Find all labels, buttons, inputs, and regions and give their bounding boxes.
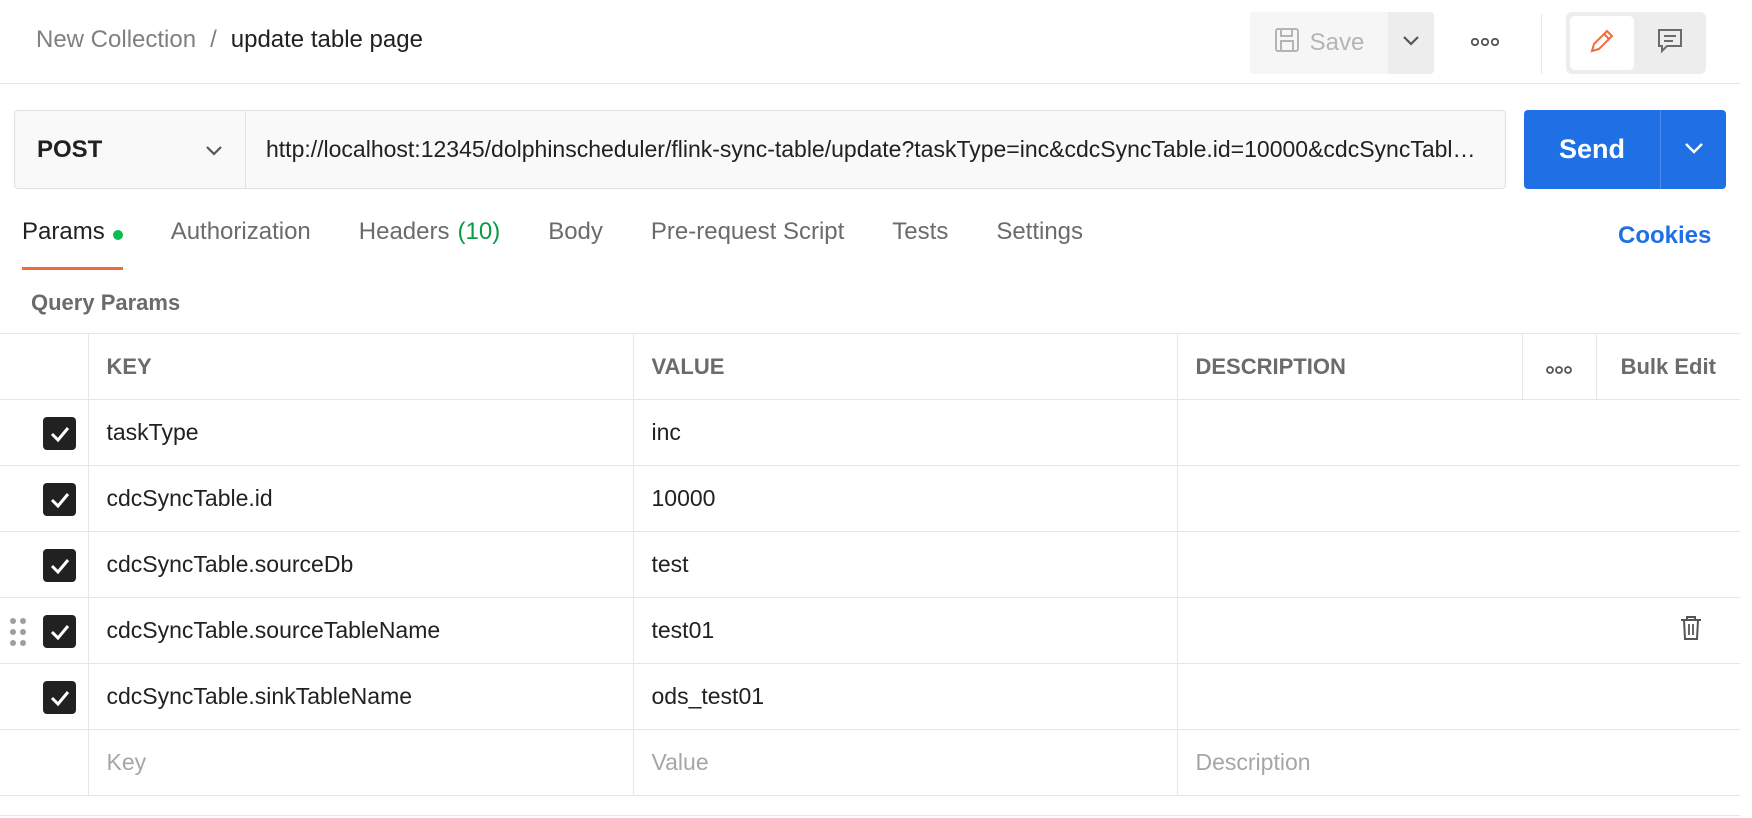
row-checkbox[interactable] xyxy=(43,615,76,648)
new-row-checkbox-cell xyxy=(0,729,89,796)
table-row: cdcSyncTable.sourceDb test xyxy=(0,531,1740,598)
table-row: cdcSyncTable.sourceTableName test01 xyxy=(0,597,1740,664)
param-value[interactable]: ods_test01 xyxy=(632,663,1178,730)
save-button[interactable]: Save xyxy=(1250,12,1388,74)
tab-params[interactable]: Params xyxy=(22,218,123,270)
trash-icon[interactable] xyxy=(1680,615,1702,647)
tab-settings[interactable]: Settings xyxy=(996,218,1083,270)
save-dropdown-button[interactable] xyxy=(1388,12,1434,74)
row-checkbox-cell xyxy=(0,663,89,730)
send-button-group: Send xyxy=(1524,110,1726,189)
url-input[interactable]: http://localhost:12345/dolphinscheduler/… xyxy=(246,111,1505,188)
bulk-edit-button[interactable]: Bulk Edit xyxy=(1595,333,1740,400)
cookies-link[interactable]: Cookies xyxy=(1618,222,1711,250)
method-label: POST xyxy=(37,135,103,163)
breadcrumb-collection[interactable]: New Collection xyxy=(36,26,196,54)
tab-body[interactable]: Body xyxy=(548,218,603,270)
request-tabs: Params Authorization Headers (10) Body P… xyxy=(22,218,1131,270)
param-description[interactable] xyxy=(1176,399,1740,466)
param-key[interactable]: cdcSyncTable.sourceDb xyxy=(87,531,634,598)
comments-button[interactable] xyxy=(1638,16,1702,70)
param-description-cell[interactable] xyxy=(1176,597,1740,664)
table-row: taskType inc xyxy=(0,399,1740,466)
tab-label: Headers xyxy=(358,218,450,245)
edit-mode-button[interactable] xyxy=(1570,16,1634,70)
more-options-button[interactable] xyxy=(1460,22,1510,62)
new-description-input[interactable]: Description xyxy=(1176,729,1740,796)
row-checkbox[interactable] xyxy=(43,681,76,714)
request-url-bar: POST http://localhost:12345/dolphinsched… xyxy=(14,110,1506,189)
chevron-down-icon xyxy=(205,136,223,164)
view-mode-toggle xyxy=(1566,12,1706,74)
tab-label: Body xyxy=(548,218,603,245)
param-description[interactable] xyxy=(1176,465,1740,532)
params-active-dot xyxy=(112,230,123,240)
tab-label: Pre-request Script xyxy=(650,218,845,245)
key-column-header: KEY xyxy=(87,333,634,400)
param-key[interactable]: cdcSyncTable.sinkTableName xyxy=(87,663,634,730)
tab-pre-request-script[interactable]: Pre-request Script xyxy=(651,218,844,270)
value-column-header: VALUE xyxy=(632,333,1178,400)
request-name[interactable]: update table page xyxy=(231,26,423,54)
query-params-table: KEY VALUE DESCRIPTION Bulk Edit taskType… xyxy=(0,333,1740,796)
pencil-icon xyxy=(1587,26,1617,61)
row-checkbox[interactable] xyxy=(43,549,76,582)
param-description[interactable] xyxy=(1176,663,1740,730)
new-param-row: Key Value Description xyxy=(0,729,1740,796)
tab-label: Params xyxy=(22,218,105,245)
param-value[interactable]: inc xyxy=(632,399,1178,466)
headers-count: (10) xyxy=(457,218,501,245)
bottom-divider xyxy=(0,815,1740,816)
chevron-down-icon xyxy=(1402,34,1420,52)
tab-authorization[interactable]: Authorization xyxy=(171,218,311,270)
chevron-down-icon xyxy=(1684,141,1704,159)
send-button[interactable]: Send xyxy=(1524,110,1660,189)
table-row: cdcSyncTable.sinkTableName ods_test01 xyxy=(0,663,1740,730)
checkbox-column-header xyxy=(0,333,89,400)
param-key[interactable]: taskType xyxy=(87,399,634,466)
new-value-input[interactable]: Value xyxy=(632,729,1178,796)
table-header-row: KEY VALUE DESCRIPTION Bulk Edit xyxy=(0,333,1740,400)
tab-label: Settings xyxy=(996,218,1084,245)
tab-headers[interactable]: Headers (10) xyxy=(359,218,500,270)
row-checkbox-cell xyxy=(0,531,89,598)
tab-label: Authorization xyxy=(170,218,311,245)
breadcrumb: New Collection / update table page xyxy=(36,26,423,54)
row-checkbox-cell xyxy=(0,399,89,466)
comment-icon xyxy=(1655,26,1685,61)
floppy-disk-icon xyxy=(1274,27,1300,60)
new-key-input[interactable]: Key xyxy=(87,729,634,796)
drag-handle-icon[interactable] xyxy=(8,616,28,648)
query-params-heading: Query Params xyxy=(31,290,181,315)
send-dropdown-button[interactable] xyxy=(1660,110,1726,189)
more-horizontal-icon xyxy=(1470,33,1500,51)
param-key[interactable]: cdcSyncTable.id xyxy=(87,465,634,532)
column-options-button[interactable] xyxy=(1521,333,1597,400)
save-label: Save xyxy=(1309,29,1365,56)
request-editor: New Collection / update table page Save xyxy=(0,0,1752,818)
row-checkbox-cell xyxy=(0,465,89,532)
table-row: cdcSyncTable.id 10000 xyxy=(0,465,1740,532)
param-description[interactable] xyxy=(1176,531,1740,598)
row-checkbox-cell xyxy=(0,597,89,664)
row-checkbox[interactable] xyxy=(43,483,76,516)
method-select[interactable]: POST xyxy=(15,111,246,188)
tab-tests[interactable]: Tests xyxy=(892,218,948,270)
param-value[interactable]: test01 xyxy=(632,597,1178,664)
param-value[interactable]: test xyxy=(632,531,1178,598)
param-value[interactable]: 10000 xyxy=(632,465,1178,532)
description-column-header: DESCRIPTION xyxy=(1176,333,1523,400)
save-button-group: Save xyxy=(1250,12,1434,74)
more-horizontal-icon xyxy=(1546,354,1572,379)
breadcrumb-separator: / xyxy=(210,26,217,53)
row-checkbox[interactable] xyxy=(43,417,76,450)
toolbar-divider xyxy=(1541,14,1542,74)
url-text: http://localhost:12345/dolphinscheduler/… xyxy=(266,136,1485,162)
param-key[interactable]: cdcSyncTable.sourceTableName xyxy=(87,597,634,664)
tab-label: Tests xyxy=(892,218,949,245)
request-header: New Collection / update table page Save xyxy=(0,0,1740,84)
